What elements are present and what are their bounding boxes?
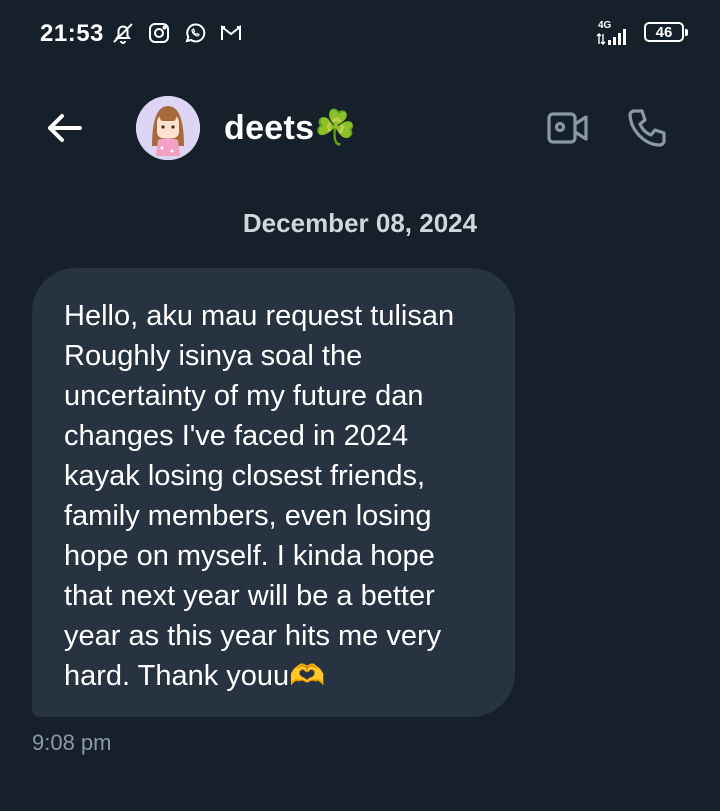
video-call-button[interactable] — [546, 108, 590, 148]
message-bubble[interactable]: Hello, aku mau request tulisan Roughly i… — [32, 268, 515, 717]
dm-screen: 21:53 4G 46 deets☘️ December 08, 2024 He… — [0, 0, 720, 811]
status-bar: 21:53 4G 46 — [0, 0, 720, 70]
instagram-icon — [146, 20, 172, 46]
message-timestamp: 9:08 pm — [32, 730, 112, 755]
signal-icon: 4G — [594, 18, 634, 46]
notification-icons — [110, 20, 244, 46]
phone-icon — [628, 109, 666, 147]
gmail-icon — [218, 20, 244, 46]
date-separator: December 08, 2024 — [242, 208, 478, 238]
voice-call-button[interactable] — [626, 106, 670, 150]
whatsapp-icon — [182, 20, 208, 46]
video-camera-icon — [547, 112, 588, 144]
contact-name[interactable]: deets☘️ — [224, 108, 357, 148]
back-button[interactable] — [42, 106, 86, 150]
message-text: Hello, aku mau request tulisan Roughly i… — [64, 300, 455, 692]
conversation-header: deets☘️ — [0, 88, 720, 168]
arrow-left-icon — [48, 114, 82, 142]
status-time: 21:53 — [40, 20, 104, 47]
bell-off-icon — [110, 20, 136, 46]
battery-indicator: 46 — [644, 22, 688, 42]
system-status: 4G 46 — [594, 18, 688, 46]
avatar[interactable] — [136, 96, 200, 160]
